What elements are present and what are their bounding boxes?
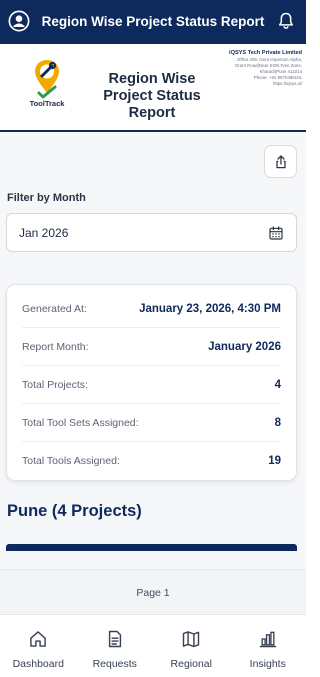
app-title: Region Wise Project Status Report [41, 14, 265, 29]
summary-row-generated-at: Generated At: January 23, 2026, 4:30 PM [22, 290, 281, 328]
home-icon [30, 631, 47, 647]
page-label: Page 1 [136, 587, 170, 599]
logo-text: ToolTrack [29, 99, 65, 108]
summary-value: 8 [274, 416, 281, 429]
summary-value: 19 [268, 455, 281, 467]
month-picker-value: Jan 2026 [19, 226, 69, 240]
nav-label: Dashboard [12, 658, 64, 670]
bottom-nav: Dashboard Requests Regional Insights [0, 614, 306, 677]
filter-label: Filter by Month [7, 192, 86, 204]
summary-row-total-projects: Total Projects: 4 [22, 366, 281, 404]
bar-chart-icon [259, 631, 276, 648]
summary-value: 4 [274, 378, 281, 391]
summary-label: Total Tools Assigned: [22, 455, 120, 467]
region-heading: Pune (4 Projects) [7, 502, 142, 520]
nav-requests[interactable]: Requests [77, 615, 154, 677]
share-icon [275, 154, 286, 168]
company-website: https://iqsys.ai/ [272, 81, 302, 86]
nav-label: Regional [170, 658, 212, 670]
summary-row-report-month: Report Month: January 2026 [22, 328, 281, 366]
month-picker[interactable]: Jan 2026 [6, 213, 297, 252]
summary-card: Generated At: January 23, 2026, 4:30 PM … [6, 284, 297, 481]
share-button[interactable] [264, 145, 297, 178]
summary-row-tools: Total Tools Assigned: 19 [22, 442, 281, 480]
calendar-icon[interactable] [268, 225, 284, 241]
nav-dashboard[interactable]: Dashboard [0, 615, 77, 677]
company-name: iQSYS Tech Private Limited [229, 50, 302, 56]
summary-label: Generated At: [22, 302, 87, 315]
report-title: Region Wise Project Status Report [103, 71, 201, 121]
bell-icon[interactable] [276, 10, 296, 32]
app-bar: Region Wise Project Status Report [0, 0, 306, 44]
user-circle-icon[interactable] [8, 10, 30, 32]
nav-label: Insights [249, 658, 286, 670]
region-table-header [6, 544, 297, 551]
nav-insights[interactable]: Insights [230, 615, 307, 677]
summary-value: January 23, 2026, 4:30 PM [139, 302, 281, 315]
nav-regional[interactable]: Regional [153, 615, 230, 677]
summary-label: Total Projects: [22, 378, 88, 391]
page-indicator: Page 1 [0, 569, 306, 614]
summary-row-tool-sets: Total Tool Sets Assigned: 8 [22, 404, 281, 442]
summary-label: Total Tool Sets Assigned: [22, 416, 139, 429]
map-icon [183, 631, 200, 648]
company-info: iQSYS Tech Private Limited Office 409, G… [212, 49, 302, 87]
report-header: ToolTrack Region Wise Project Status Rep… [0, 44, 306, 130]
nav-label: Requests [92, 658, 137, 670]
document-icon [108, 630, 121, 648]
report-content: Filter by Month Jan 2026 Generated At: J… [0, 132, 306, 614]
summary-label: Report Month: [22, 340, 89, 353]
summary-value: January 2026 [208, 340, 281, 353]
